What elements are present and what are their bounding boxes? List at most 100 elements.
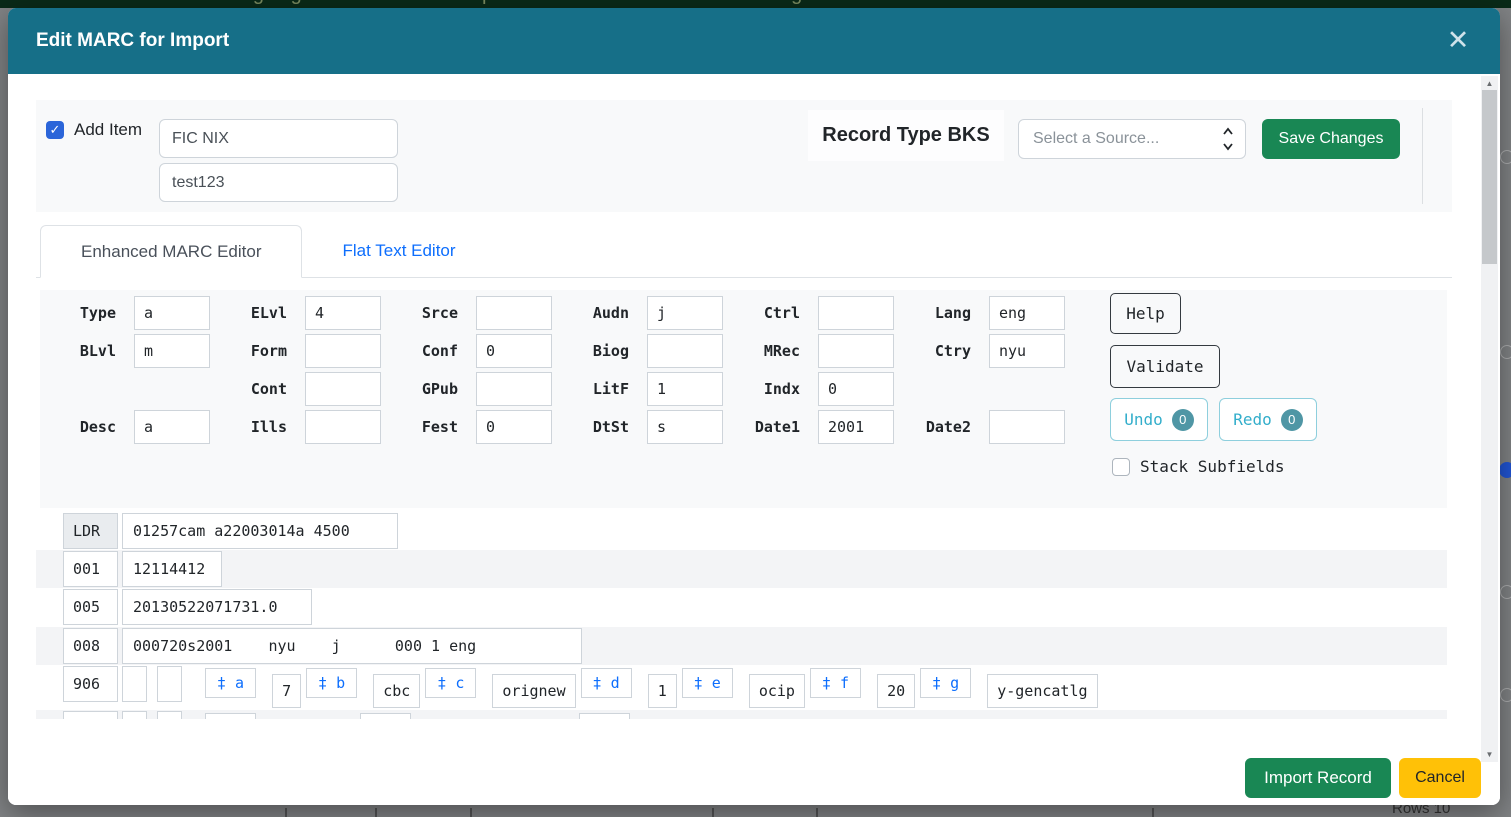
marc-row-005: 005 <box>36 588 1447 627</box>
scroll-up-icon[interactable]: ▲ <box>1481 76 1498 91</box>
marc-value-input[interactable] <box>122 551 222 587</box>
ff-input-desc[interactable] <box>134 410 210 444</box>
subfield-code[interactable]: ‡ d <box>581 668 632 698</box>
subfield-value[interactable]: y-gencatlg <box>987 674 1097 708</box>
stack-subfields-checkbox[interactable] <box>1112 458 1130 476</box>
ff-input-ctrl[interactable] <box>818 296 894 330</box>
ff-input-form[interactable] <box>305 334 381 368</box>
ff-input-date1[interactable] <box>818 410 894 444</box>
ff-label: Date1 <box>744 418 800 436</box>
ff-input-indx[interactable] <box>818 372 894 406</box>
marc-editor-rows: LDR 001 005 008 906 ‡ a 7 ‡ b cbc ‡ c orign… <box>36 512 1447 719</box>
ff-label: Cont <box>231 380 287 398</box>
ff-input-blvl[interactable] <box>134 334 210 368</box>
backdrop-grid-fragment <box>375 808 377 817</box>
ff-input-ctry[interactable] <box>989 334 1065 368</box>
marc-tag: LDR <box>63 513 118 549</box>
ff-label: Ctry <box>915 342 971 360</box>
marc-tag: 001 <box>63 551 118 587</box>
nav-item-acquisitions: Acquisitions <box>452 0 559 6</box>
undo-count-badge: 0 <box>1172 409 1194 431</box>
modal-scrollbar[interactable]: ▲ ▼ <box>1481 76 1498 762</box>
subfield-value[interactable]: orignew <box>492 674 575 708</box>
marc-row-906: 906 ‡ a7 ‡ bcbc ‡ corignew ‡ d1 ‡ eocip … <box>36 665 1447 710</box>
undo-button[interactable]: Undo 0 <box>1110 398 1208 441</box>
validate-button[interactable]: Validate <box>1110 345 1220 388</box>
subfield-code[interactable]: ‡ b <box>306 668 357 698</box>
subfield-code[interactable]: ‡ x <box>579 713 630 719</box>
source-select[interactable]: Select a Source... <box>1018 119 1246 159</box>
fixed-fields-panel: Type ELvl Srce Audn Ctrl Lang BLvl Form … <box>40 290 1447 508</box>
ff-label: Audn <box>573 304 629 322</box>
subfield-value[interactable]: 20 <box>877 674 915 708</box>
ff-input-srce[interactable] <box>476 296 552 330</box>
subfield-code[interactable]: ‡ b <box>360 713 411 719</box>
subfield-value[interactable]: ocip <box>749 674 805 708</box>
ff-input-gpub[interactable] <box>476 372 552 406</box>
undo-label: Undo <box>1124 410 1163 429</box>
edit-marc-modal: Edit MARC for Import ✕ ✓ Add Item Record… <box>8 8 1500 805</box>
close-icon[interactable]: ✕ <box>1440 22 1476 58</box>
backdrop-radio-fragment <box>1500 345 1511 359</box>
ff-input-lang[interactable] <box>989 296 1065 330</box>
import-record-button[interactable]: Import Record <box>1245 758 1391 798</box>
ff-label: Date2 <box>915 418 971 436</box>
backdrop-grid-fragment <box>470 808 472 817</box>
marc-value-input[interactable] <box>122 589 312 625</box>
tab-enhanced-marc-editor[interactable]: Enhanced MARC Editor <box>40 225 302 278</box>
ff-input-audn[interactable] <box>647 296 723 330</box>
ff-input-date2[interactable] <box>989 410 1065 444</box>
modal-header: Edit MARC for Import ✕ <box>8 8 1500 74</box>
ff-input-dtst[interactable] <box>647 410 723 444</box>
subfield-code[interactable]: ‡ a <box>205 668 256 698</box>
call-number-input[interactable] <box>159 119 398 158</box>
redo-button[interactable]: Redo 0 <box>1219 398 1317 441</box>
indicator1-input[interactable] <box>122 666 147 702</box>
help-button[interactable]: Help <box>1110 293 1181 334</box>
ff-input-conf[interactable] <box>476 334 552 368</box>
add-item-checkbox[interactable]: ✓ <box>46 121 64 139</box>
indicator2-input[interactable] <box>157 666 182 702</box>
tab-flat-text-editor[interactable]: Flat Text Editor <box>302 224 495 277</box>
marc-value-input[interactable] <box>122 628 582 664</box>
ff-label: Srce <box>402 304 458 322</box>
indicator2-input[interactable] <box>157 711 182 719</box>
marc-tag: 906 <box>63 666 118 702</box>
marc-row-001: 001 <box>36 550 1447 588</box>
subfield-code[interactable]: ‡ c <box>425 668 476 698</box>
cancel-button[interactable]: Cancel <box>1399 758 1481 798</box>
ff-input-mrec[interactable] <box>818 334 894 368</box>
toolbar-panel: ✓ Add Item Record Type BKS Select a Sour… <box>36 100 1452 212</box>
subfield-value[interactable]: 1 <box>648 674 677 708</box>
marc-tag: 005 <box>63 589 118 625</box>
ff-input-fest[interactable] <box>476 410 552 444</box>
stack-subfields-label: Stack Subfields <box>1140 457 1285 476</box>
ff-input-type[interactable] <box>134 296 210 330</box>
subfield-code[interactable]: ‡ a <box>205 713 256 719</box>
ff-input-elvl[interactable] <box>305 296 381 330</box>
ff-input-ills[interactable] <box>305 410 381 444</box>
subfield-code[interactable]: ‡ e <box>682 668 733 698</box>
ff-input-biog[interactable] <box>647 334 723 368</box>
barcode-input[interactable] <box>159 163 398 202</box>
save-changes-button[interactable]: Save Changes <box>1262 119 1400 159</box>
scrollbar-thumb[interactable] <box>1482 90 1497 264</box>
subfield-value[interactable]: cbc <box>373 674 420 708</box>
subfield-code[interactable]: ‡ f <box>810 668 861 698</box>
scroll-down-icon[interactable]: ▼ <box>1481 747 1498 762</box>
source-select-placeholder: Select a Source... <box>1033 130 1221 148</box>
subfield-value[interactable]: 7 <box>272 674 301 708</box>
ff-input-cont[interactable] <box>305 372 381 406</box>
ff-label: Form <box>231 342 287 360</box>
indicator1-input[interactable] <box>122 711 147 719</box>
fixed-fields-grid: Type ELvl Srce Audn Ctrl Lang BLvl Form … <box>60 295 1086 444</box>
ff-label: ELvl <box>231 304 287 322</box>
marc-tag: 008 <box>63 628 118 664</box>
backdrop-radio-fragment <box>1500 150 1511 164</box>
redo-count-badge: 0 <box>1281 409 1303 431</box>
ff-label: DtSt <box>573 418 629 436</box>
subfield-code[interactable]: ‡ g <box>920 668 971 698</box>
nav-item-booking: Booking <box>730 0 802 6</box>
marc-value-input[interactable] <box>122 513 398 549</box>
ff-input-litf[interactable] <box>647 372 723 406</box>
